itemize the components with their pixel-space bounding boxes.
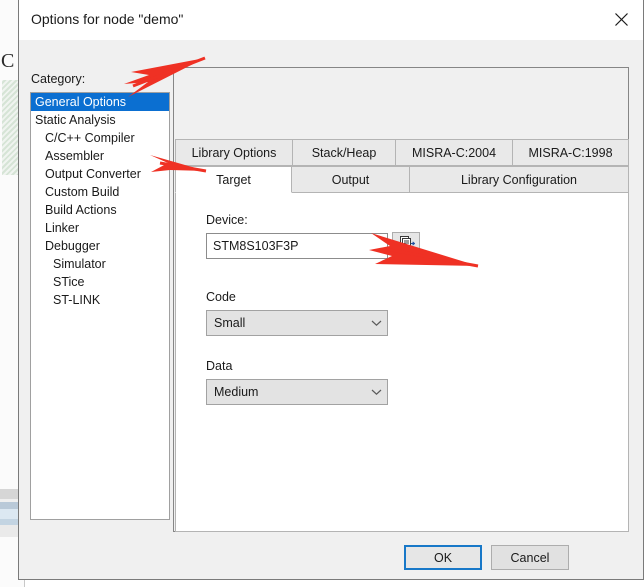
device-select-icon (398, 235, 415, 257)
dialog-titlebar: Options for node "demo" (19, 0, 643, 41)
dialog-title: Options for node "demo" (31, 11, 183, 27)
data-label: Data (206, 359, 232, 373)
code-label: Code (206, 290, 236, 304)
tab-library-options[interactable]: Library Options (175, 139, 293, 166)
cancel-button[interactable]: Cancel (491, 545, 569, 570)
category-item-custom-build[interactable]: Custom Build (31, 183, 169, 201)
tab-stack-heap[interactable]: Stack/Heap (293, 139, 396, 166)
data-dropdown[interactable]: Medium (206, 379, 388, 405)
category-item-debugger[interactable]: Debugger (31, 237, 169, 255)
category-item-stice[interactable]: STice (31, 273, 169, 291)
category-item-general-options[interactable]: General Options (31, 93, 169, 111)
device-select-button[interactable] (392, 232, 420, 260)
chevron-down-icon (365, 319, 387, 327)
category-item-output-converter[interactable]: Output Converter (31, 165, 169, 183)
category-item-st-link[interactable]: ST-LINK (31, 291, 169, 309)
ok-button[interactable]: OK (404, 545, 482, 570)
options-dialog: Options for node "demo" Category: Genera… (18, 0, 644, 580)
code-dropdown-value: Small (207, 316, 365, 330)
tab-row-top: Library OptionsStack/HeapMISRA-C:2004MIS… (175, 139, 629, 166)
category-item-simulator[interactable]: Simulator (31, 255, 169, 273)
close-button[interactable] (599, 0, 643, 39)
close-icon (614, 12, 629, 27)
tab-misra-c-2004[interactable]: MISRA-C:2004 (396, 139, 513, 166)
category-item-linker[interactable]: Linker (31, 219, 169, 237)
tab-target[interactable]: Target (175, 166, 292, 193)
device-label: Device: (206, 213, 248, 227)
tab-library-configuration[interactable]: Library Configuration (410, 166, 629, 193)
category-list[interactable]: General OptionsStatic AnalysisC/C++ Comp… (30, 92, 170, 520)
options-group-panel: Library OptionsStack/HeapMISRA-C:2004MIS… (173, 67, 629, 532)
tab-misra-c-1998[interactable]: MISRA-C:1998 (513, 139, 629, 166)
target-tab-content: Device: Code (175, 193, 629, 532)
chevron-down-icon (365, 388, 387, 396)
category-item-c-c-compiler[interactable]: C/C++ Compiler (31, 129, 169, 147)
tab-row-bottom: TargetOutputLibrary Configuration (175, 166, 629, 193)
code-dropdown[interactable]: Small (206, 310, 388, 336)
data-dropdown-value: Medium (207, 385, 365, 399)
category-label: Category: (31, 72, 85, 86)
tab-output[interactable]: Output (292, 166, 410, 193)
background-letter: C (1, 50, 14, 73)
dialog-body: Category: General OptionsStatic Analysis… (19, 40, 643, 578)
category-item-build-actions[interactable]: Build Actions (31, 201, 169, 219)
category-item-assembler[interactable]: Assembler (31, 147, 169, 165)
device-input[interactable] (206, 233, 388, 259)
category-item-static-analysis[interactable]: Static Analysis (31, 111, 169, 129)
